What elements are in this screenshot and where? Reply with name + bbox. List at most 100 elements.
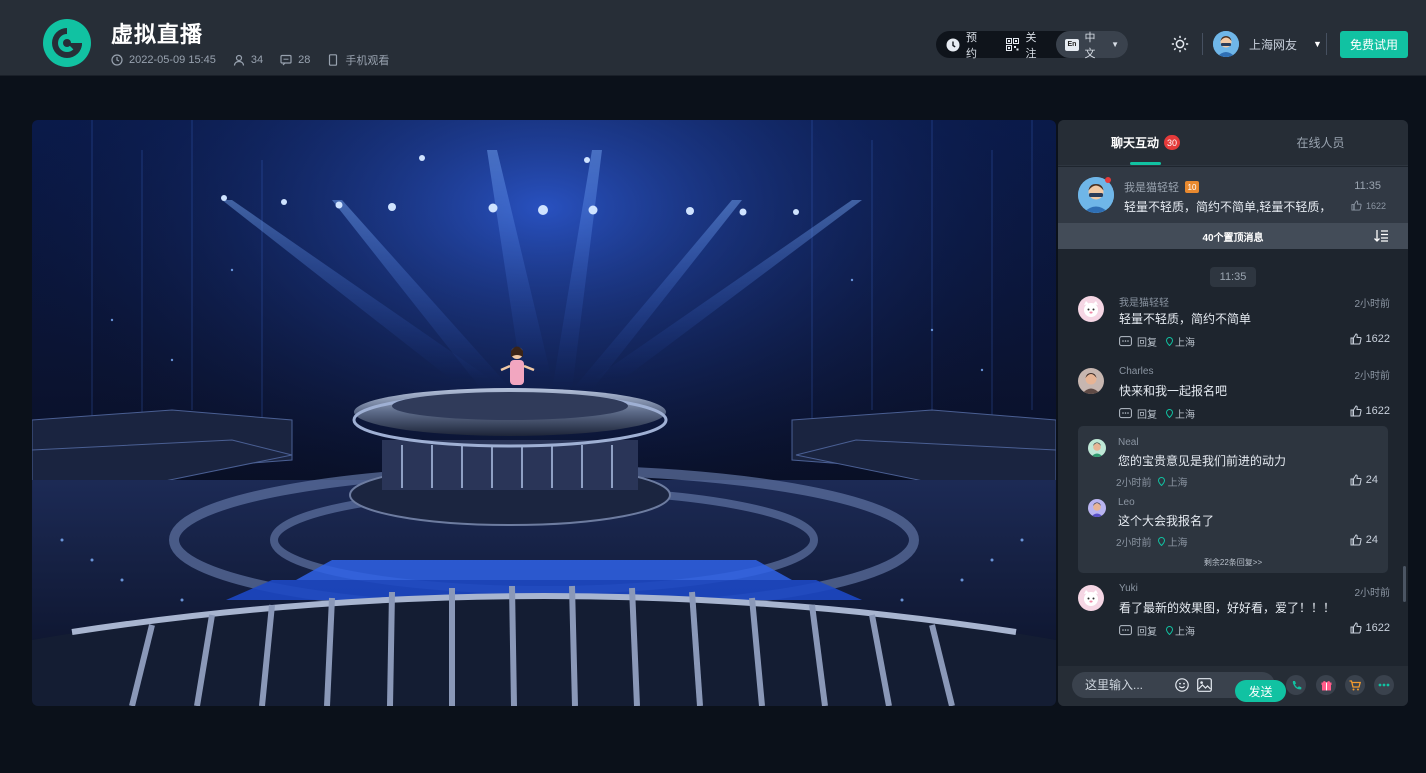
caret-icon: ▼ — [1111, 40, 1119, 49]
pinned-like-button[interactable]: 1622 — [1351, 200, 1386, 211]
divider — [1326, 33, 1327, 55]
divider — [1202, 33, 1203, 55]
user-icon — [233, 54, 244, 66]
message-time: 2小时前 — [1354, 371, 1390, 382]
pinned-likes: 1622 — [1365, 200, 1386, 211]
pinned-name: 我是猫轻轻 10 — [1124, 179, 1199, 195]
location-icon — [1166, 626, 1173, 635]
message-footer: 回复 上海 — [1119, 334, 1195, 349]
tab-chat-label: 聊天互动 — [1110, 136, 1159, 150]
language-label: 中文 — [1084, 31, 1096, 60]
sort-icon[interactable] — [1374, 230, 1388, 242]
like-button[interactable]: 1622 — [1350, 405, 1390, 417]
message-time: 2小时前 — [1354, 588, 1390, 599]
location: 上海 — [1166, 406, 1195, 421]
level-badge: 10 — [1185, 181, 1199, 193]
reply-location: 上海 — [1167, 478, 1188, 489]
like-icon — [1350, 534, 1362, 546]
comments-item: 28 — [280, 54, 310, 66]
pinned-time: 11:35 — [1354, 180, 1381, 192]
like-icon — [1350, 622, 1362, 634]
location-icon — [1157, 537, 1165, 546]
like-button[interactable]: 1622 — [1350, 333, 1390, 345]
like-button[interactable]: 1622 — [1350, 622, 1390, 634]
pinned-text: 轻量不轻质，简约不简单,轻量不轻质， — [1124, 200, 1332, 214]
like-count: 24 — [1365, 474, 1378, 486]
live-video-player[interactable] — [32, 120, 1056, 706]
like-button[interactable]: 24 — [1350, 534, 1378, 546]
cart-button[interactable] — [1345, 675, 1365, 695]
location-icon — [1157, 477, 1165, 486]
bell-icon — [946, 38, 960, 52]
reserve-button[interactable]: 预约 — [936, 31, 996, 60]
reply-button[interactable]: 回复 — [1137, 334, 1157, 349]
like-icon — [1350, 405, 1362, 417]
tab-chat[interactable]: 聊天互动 30 — [1058, 120, 1233, 165]
sun-icon[interactable] — [1171, 35, 1189, 53]
message-username: 我是猫轻轻 — [1119, 298, 1169, 309]
reply-icon[interactable] — [1119, 336, 1132, 347]
message-footer: 回复 上海 — [1119, 406, 1195, 421]
message-text: 轻量不轻质，简约不简单 — [1119, 312, 1252, 326]
message-time: 2小时前 — [1354, 299, 1390, 310]
user-menu[interactable]: 上海网友 ▼ — [1213, 31, 1322, 57]
datetime-text: 2022-05-09 15:45 — [129, 54, 216, 66]
chat-input[interactable] — [1085, 672, 1175, 698]
comments-count: 28 — [298, 54, 311, 66]
chat-panel: 聊天互动 30 在线人员 我是猫轻轻 10 轻量不轻质，简约不简单,轻量不轻质，… — [1058, 120, 1408, 706]
image-icon[interactable] — [1197, 678, 1212, 692]
logo-icon[interactable] — [43, 19, 91, 67]
top-header: 虚拟直播 2022-05-09 15:45 34 28 手机观看 预约 关注 E… — [0, 0, 1426, 76]
avatar — [1088, 499, 1106, 517]
mobile-watch-label[interactable]: 手机观看 — [345, 52, 389, 68]
pinned-count-bar[interactable]: 40个置顶消息 — [1058, 223, 1408, 249]
live-meta: 2022-05-09 15:45 34 28 手机观看 — [111, 52, 389, 68]
send-button[interactable]: 发送 — [1235, 680, 1286, 702]
reply-button[interactable]: 回复 — [1137, 623, 1157, 638]
online-dot — [1105, 177, 1111, 183]
avatar — [1078, 368, 1104, 394]
mobile-watch-item[interactable]: 手机观看 — [327, 52, 389, 68]
avatar — [1078, 585, 1104, 611]
tab-online-users[interactable]: 在线人员 — [1233, 120, 1408, 165]
gift-button[interactable] — [1316, 675, 1336, 695]
like-count: 1622 — [1365, 622, 1390, 634]
reserve-label: 预约 — [966, 31, 977, 60]
like-button[interactable]: 24 — [1350, 474, 1378, 486]
pinned-message[interactable]: 我是猫轻轻 10 轻量不轻质，简约不简单,轻量不轻质， 11:35 1622 — [1058, 167, 1408, 223]
free-trial-button[interactable]: 免费试用 — [1340, 31, 1408, 58]
location: 上海 — [1166, 334, 1195, 349]
reply-thread: Neal 您的宝贵意见是我们前进的动力 2小时前 上海 24 Leo 这个大会我… — [1078, 426, 1388, 573]
message-text: 快来和我一起报名吧 — [1119, 384, 1228, 398]
location: 上海 — [1166, 623, 1195, 638]
chat-scrollbar[interactable] — [1403, 566, 1406, 602]
unread-badge: 30 — [1164, 135, 1181, 150]
caret-icon: ▼ — [1313, 39, 1322, 49]
location-icon — [1166, 409, 1173, 418]
avatar — [1078, 296, 1104, 322]
like-count: 24 — [1365, 534, 1378, 546]
reply-time: 2小时前 — [1116, 538, 1152, 549]
message-username: Charles — [1119, 366, 1154, 377]
call-button[interactable] — [1286, 675, 1306, 695]
viewers-count: 34 — [250, 54, 264, 66]
reply-text: 您的宝贵意见是我们前进的动力 — [1118, 454, 1287, 468]
reply-icon[interactable] — [1119, 625, 1132, 636]
viewers-item: 34 — [233, 54, 263, 66]
follow-label: 关注 — [1025, 31, 1037, 60]
comment-icon — [280, 54, 292, 66]
more-replies-link[interactable]: 剩余22条回复>> — [1078, 557, 1388, 568]
emoji-icon[interactable] — [1175, 678, 1189, 692]
reply-button[interactable]: 回复 — [1137, 406, 1157, 421]
reply-icon[interactable] — [1119, 408, 1132, 419]
location-text: 上海 — [1175, 410, 1195, 421]
chat-input-box: 发送 — [1072, 672, 1286, 702]
follow-button[interactable]: 关注 — [996, 31, 1056, 60]
like-icon — [1350, 474, 1362, 486]
cart-icon — [1349, 679, 1361, 690]
avatar — [1088, 439, 1106, 457]
more-button[interactable] — [1374, 675, 1394, 695]
pinned-count-label: 40个置顶消息 — [1202, 232, 1264, 244]
language-select[interactable]: En 中文 ▼ — [1056, 31, 1128, 60]
like-icon — [1350, 333, 1362, 345]
